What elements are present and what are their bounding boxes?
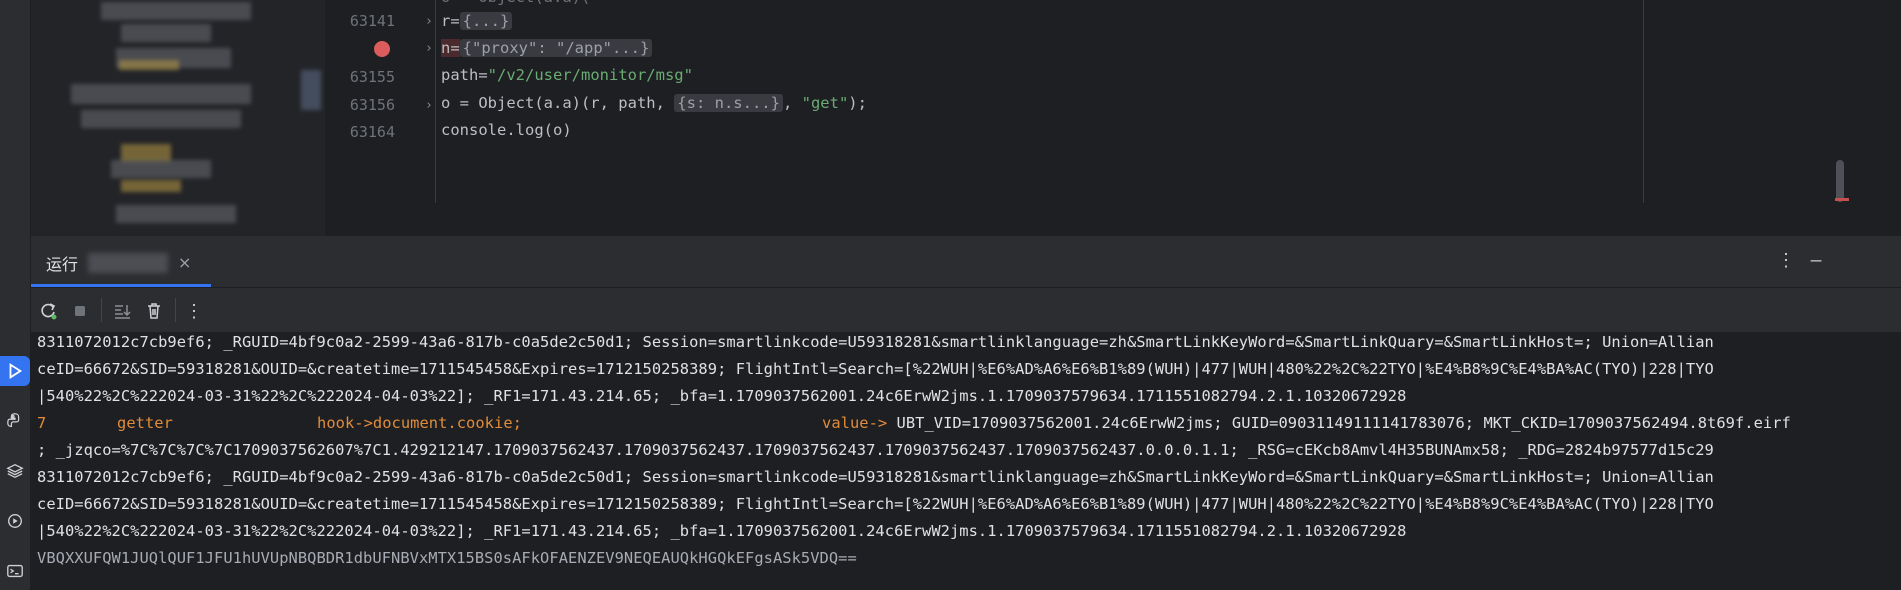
code-line: o = Object(a.a)(r, path, {s: n.s...}, "g… — [441, 94, 867, 112]
console-line: ceID=66672&SID=59318281&OUID=&createtime… — [37, 360, 1714, 378]
run-config-name — [88, 252, 169, 273]
console-line: |540%22%2C%222024-03-31%22%2C%222024-04-… — [37, 387, 1407, 405]
editor-scrollbar[interactable] — [1836, 160, 1844, 202]
console-line: 8311072012c7cb9ef6; _RGUID=4bf9c0a2-2599… — [37, 333, 1714, 351]
run-toolbar: ⋮ — [31, 288, 1901, 333]
left-tool-strip — [0, 0, 31, 590]
fold-chevron-icon[interactable]: › — [425, 14, 433, 29]
code-line: console.log(o) — [441, 121, 572, 139]
inlay-hint[interactable]: {...} — [459, 12, 513, 30]
right-margin-line — [1643, 0, 1644, 203]
python-console-icon[interactable] — [0, 406, 30, 436]
editor-gutter: 63141 › › 63155 63156 › 63164 — [325, 0, 436, 203]
console-output[interactable]: 8311072012c7cb9ef6; _RGUID=4bf9c0a2-2599… — [31, 333, 1901, 590]
toolbar-divider — [101, 298, 102, 322]
line-number: 63141 — [349, 12, 395, 30]
run-tab[interactable]: 运行 × — [31, 238, 212, 287]
stop-icon[interactable] — [67, 298, 93, 324]
rerun-icon[interactable] — [35, 298, 61, 324]
console-getter-line: 7 getter hook->document.cookie; value-> UBT… — [37, 414, 1791, 432]
code-line: r= {...} — [441, 12, 513, 30]
layers-icon[interactable] — [0, 456, 30, 486]
error-marker[interactable] — [1835, 198, 1849, 201]
toolbar-divider — [175, 298, 176, 322]
console-line: ceID=66672&SID=59318281&OUID=&createtime… — [37, 495, 1714, 513]
minimize-icon[interactable]: — — [1805, 250, 1827, 274]
close-tab-icon[interactable]: × — [178, 253, 191, 272]
console-line-result: VBQXXUFQW1JUQlQUF1JFU1hUVUpNBQBDR1dbUFNB… — [37, 549, 857, 567]
code-line-breakpoint: n= {"proxy": "/app"...} — [441, 39, 653, 57]
toolbar-more-icon[interactable]: ⋮ — [181, 298, 207, 324]
console-line: ; _jzqco=%7C%7C%7C%7C1709037562607%7C1.4… — [37, 441, 1714, 459]
breakpoint-icon[interactable] — [374, 41, 390, 57]
scroll-to-end-icon[interactable] — [109, 298, 135, 324]
console-line: 8311072012c7cb9ef6; _RGUID=4bf9c0a2-2599… — [37, 468, 1714, 486]
line-number: 63164 — [349, 123, 395, 141]
project-tree-panel — [31, 0, 325, 236]
line-number: 63156 — [349, 96, 395, 114]
code-line: path="/v2/user/monitor/msg" — [441, 66, 693, 84]
code-line-partial: o = Object(a.a)( — [441, 0, 590, 6]
fold-chevron-icon[interactable]: › — [425, 41, 433, 56]
line-number: 63155 — [349, 68, 395, 86]
clear-all-icon[interactable] — [141, 298, 167, 324]
more-options-icon[interactable]: ⋮ — [1775, 250, 1797, 274]
inlay-hint[interactable]: {"proxy": "/app"...} — [459, 39, 653, 57]
console-line: |540%22%2C%222024-03-31%22%2C%222024-04-… — [37, 522, 1407, 540]
active-tab-indicator — [31, 284, 212, 287]
services-icon[interactable] — [0, 506, 30, 536]
inlay-hint[interactable]: {s: n.s...} — [674, 94, 783, 112]
fold-chevron-icon[interactable]: › — [425, 98, 433, 113]
code-editor[interactable]: 63141 › › 63155 63156 › 63164 o = Object… — [325, 0, 1901, 203]
run-tool-icon[interactable] — [0, 356, 30, 386]
run-tool-window-header: 运行 × ⋮ — — [31, 238, 1901, 288]
terminal-icon[interactable] — [0, 556, 30, 586]
run-tab-label: 运行 — [46, 254, 79, 274]
